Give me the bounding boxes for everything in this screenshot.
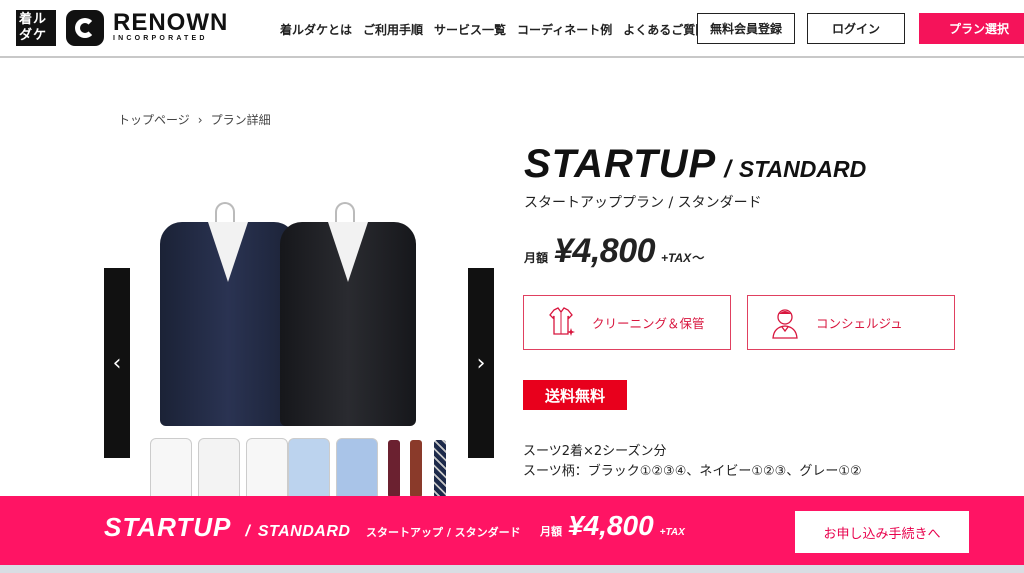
renown-logo-icon[interactable] [66, 10, 104, 46]
white-shirt-image [198, 438, 240, 498]
plan-title-sub: STANDARD [738, 156, 867, 182]
chevron-right-icon: › [476, 350, 486, 376]
brand-logo[interactable]: RENOWN INCORPORATED [113, 9, 228, 42]
bar-title-main: STARTUP [104, 512, 232, 542]
breadcrumb: トップページ › プラン詳細 [118, 111, 271, 128]
free-shipping-badge: 送料無料 [523, 380, 627, 410]
navy-suit-image [160, 202, 296, 426]
concierge-icon [772, 308, 798, 339]
feature-concierge-label: コンシェルジュ [816, 316, 903, 331]
plan-description-line: スーツ柄：ブラック①②③④、ネイビー①②③、グレー①② [523, 464, 862, 479]
plan-title-sep: / [724, 156, 731, 183]
feature-concierge: コンシェルジュ [747, 295, 955, 350]
plan-description-line: スーツ2着×2シーズン分 [523, 444, 667, 459]
chevron-left-icon: ‹ [112, 350, 122, 376]
carousel-next-button[interactable]: › [468, 268, 494, 458]
bar-title-sep: / [245, 523, 250, 540]
bar-plan-kana: スタートアップ / スタンダード [366, 526, 521, 539]
apply-button[interactable]: お申し込み手続きへ [795, 511, 969, 553]
red-tie-image [388, 440, 400, 498]
breadcrumb-home[interactable]: トップページ [118, 111, 190, 128]
bar-price-label: 月額 [540, 525, 562, 538]
black-suit-image [280, 202, 416, 426]
os-taskbar [0, 565, 1024, 573]
main-nav: 着ルダケとは ご利用手順 サービス一覧 コーディネート例 よくあるご質問 [280, 21, 707, 38]
bar-price-amount: ¥4,800 [568, 510, 654, 541]
white-shirt-image [246, 438, 288, 498]
nav-how-to-use[interactable]: ご利用手順 [363, 21, 423, 38]
price-label: 月額 [524, 251, 549, 265]
price-amount: ¥4,800 [554, 232, 656, 270]
sticky-plan-bar: STARTUP / STANDARD スタートアップ / スタンダード 月額 ¥… [0, 496, 1024, 565]
register-button[interactable]: 無料会員登録 [697, 13, 795, 44]
white-shirt-image [150, 438, 192, 498]
price-tax: +TAX〜 [661, 251, 704, 265]
breadcrumb-current: プラン詳細 [210, 113, 271, 127]
chevron-right-icon: › [197, 112, 203, 127]
bar-plan-title: STARTUP / STANDARD [104, 512, 350, 543]
plan-title: STARTUP / STANDARD [524, 142, 866, 187]
blue-shirt-image [288, 438, 330, 498]
nav-faq[interactable]: よくあるご質問 [623, 21, 707, 38]
plan-title-main: STARTUP [524, 142, 717, 186]
blue-shirt-image [336, 438, 378, 498]
nav-services[interactable]: サービス一覧 [434, 21, 506, 38]
shirt-sparkle-icon [549, 306, 575, 336]
login-button[interactable]: ログイン [807, 13, 905, 44]
product-carousel: ‹ › [104, 160, 494, 498]
kiru-dake-logo[interactable]: 着ルダケ [16, 10, 56, 46]
brown-tie-image [410, 440, 422, 498]
bar-price-tax: +TAX [659, 527, 685, 538]
plan-subtitle: スタートアッププラン / スタンダード [524, 195, 762, 211]
bar-price-row: 月額 ¥4,800 +TAX [540, 510, 685, 542]
price-row: 月額 ¥4,800 +TAX〜 [524, 232, 703, 271]
feature-cleaning: クリーニング＆保管 [523, 295, 731, 350]
nav-about[interactable]: 着ルダケとは [280, 21, 352, 38]
plan-description: スーツ2着×2シーズン分 スーツ柄：ブラック①②③④、ネイビー①②③、グレー①② [523, 442, 862, 482]
nav-coordinate[interactable]: コーディネート例 [517, 21, 612, 38]
striped-tie-image [434, 440, 446, 498]
site-header: 着ルダケ RENOWN INCORPORATED 着ルダケとは ご利用手順 サー… [0, 0, 1024, 58]
feature-cleaning-label: クリーニング＆保管 [592, 316, 705, 331]
plan-select-button[interactable]: プラン選択 [919, 13, 1024, 44]
brand-name: RENOWN [113, 9, 229, 36]
bar-title-sub: STANDARD [257, 523, 351, 540]
carousel-prev-button[interactable]: ‹ [104, 268, 130, 458]
